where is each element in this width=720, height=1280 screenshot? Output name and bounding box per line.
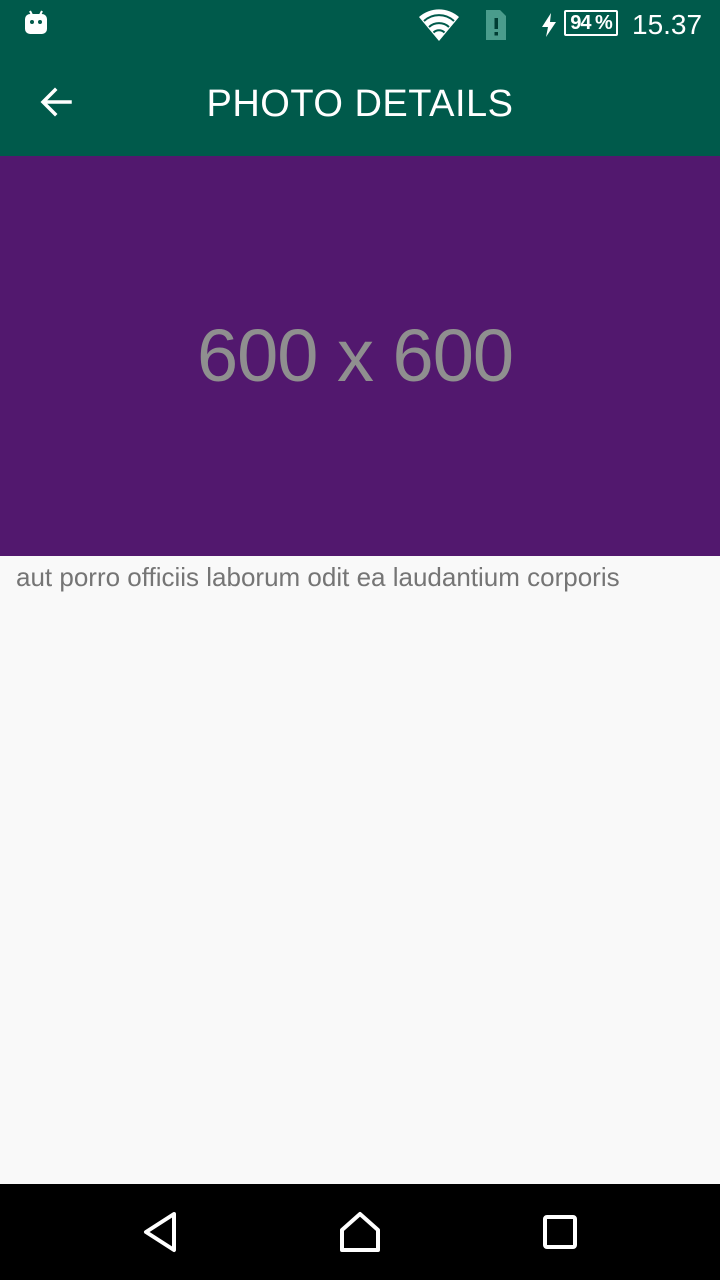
sim-alert-icon: [486, 10, 506, 40]
nav-back-button[interactable]: [120, 1202, 200, 1262]
photo-title: aut porro officiis laborum odit ea lauda…: [16, 562, 620, 592]
battery-indicator: 94 %: [564, 10, 618, 36]
wifi-icon: [419, 9, 459, 42]
recents-square-icon: [543, 1215, 577, 1249]
system-nav-bar: [0, 1184, 720, 1280]
photo-image: 600 x 600: [0, 156, 720, 556]
battery-percent: 94 %: [570, 12, 613, 34]
charging-icon: [542, 13, 556, 37]
nav-recents-button[interactable]: [520, 1202, 600, 1262]
app-bar: PHOTO DETAILS: [0, 48, 720, 156]
page-title: PHOTO DETAILS: [206, 83, 514, 125]
nav-home-button[interactable]: [320, 1202, 400, 1262]
status-bar: 94 % 15.37: [0, 0, 720, 48]
status-clock: 15.37: [632, 9, 703, 40]
home-icon: [340, 1212, 380, 1252]
photo-placeholder-text: 600 x 600: [196, 314, 514, 397]
android-icon: [25, 10, 47, 34]
back-triangle-icon: [144, 1212, 176, 1252]
